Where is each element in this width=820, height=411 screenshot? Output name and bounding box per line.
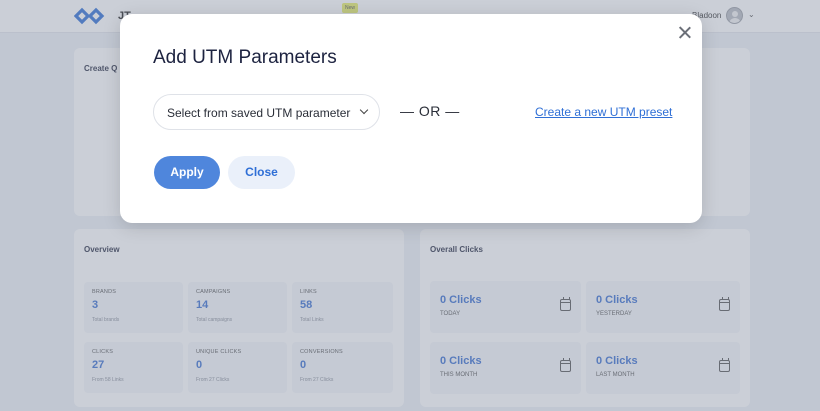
chevron-down-icon [359, 105, 369, 115]
select-placeholder: Select from saved UTM parameter [167, 106, 351, 120]
saved-utm-select[interactable]: Select from saved UTM parameter [153, 94, 380, 130]
create-utm-preset-link[interactable]: Create a new UTM preset [535, 105, 672, 119]
close-button[interactable]: Close [228, 156, 295, 189]
close-icon[interactable] [676, 24, 694, 42]
modal-title: Add UTM Parameters [153, 47, 337, 68]
apply-button[interactable]: Apply [154, 156, 220, 189]
add-utm-modal: Add UTM Parameters Select from saved UTM… [120, 14, 702, 223]
or-divider: — OR — [400, 103, 460, 119]
